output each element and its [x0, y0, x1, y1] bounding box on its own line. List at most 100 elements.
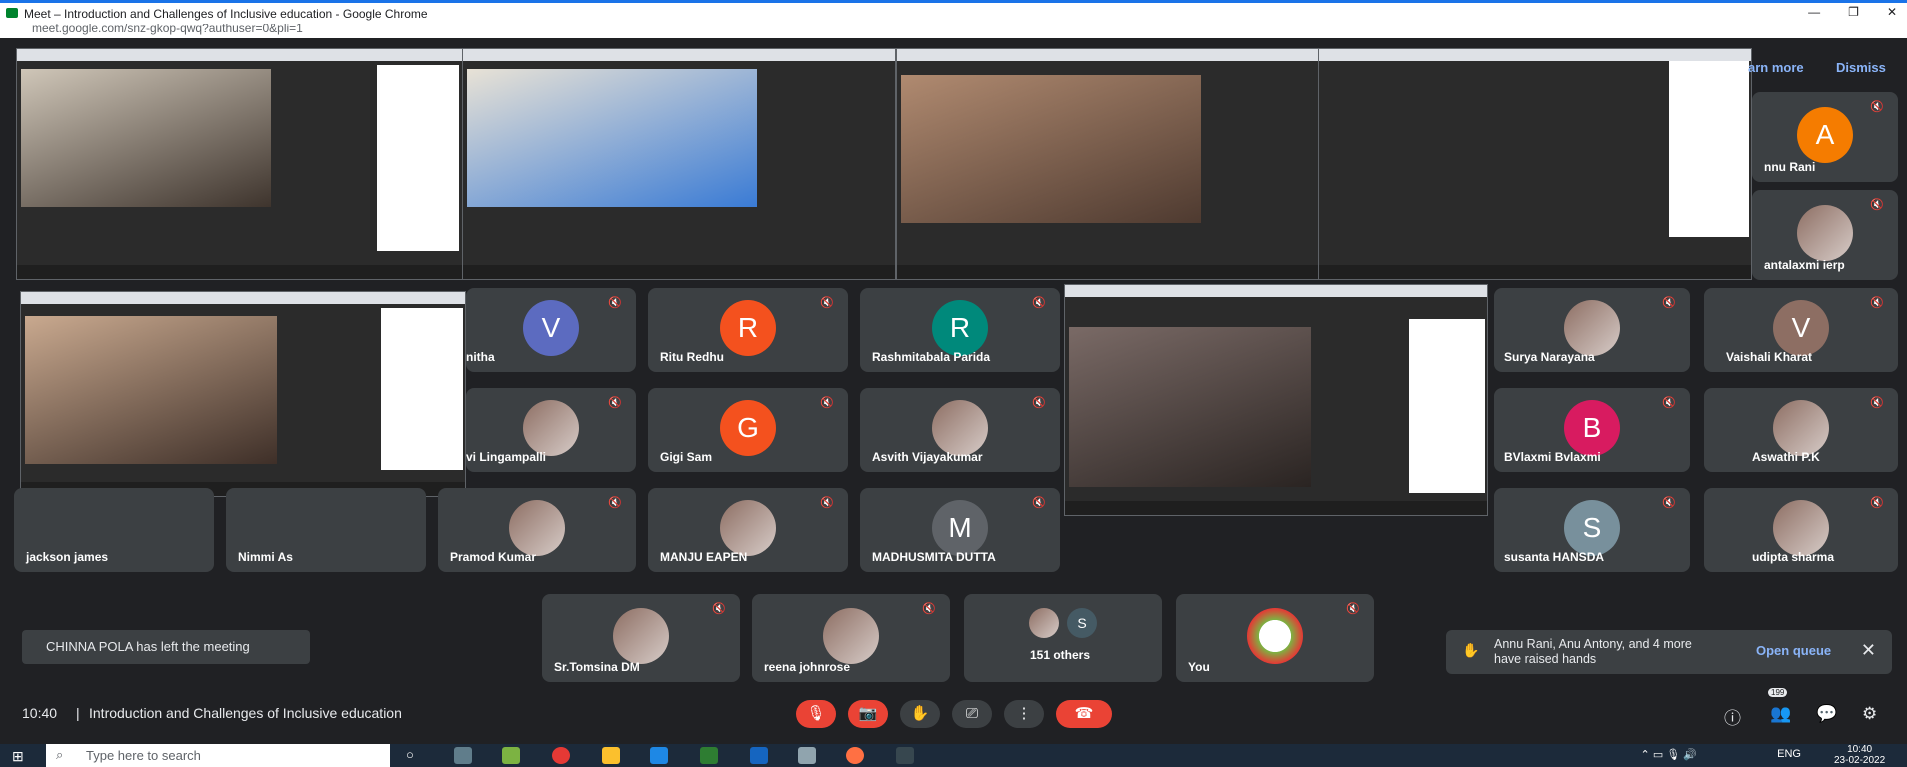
learn-more-link[interactable]: arn more	[1748, 60, 1804, 75]
participant-tile[interactable]: Surya Narayana 🔇	[1494, 288, 1690, 372]
participant-name: Rashmitabala Parida	[872, 350, 991, 364]
people-icon[interactable]: 👥	[1770, 704, 1791, 724]
clock-date: 23-02-2022	[1834, 755, 1886, 766]
app-icon[interactable]	[650, 747, 668, 764]
participant-tile[interactable]: Asvith Vijayakumar 🔇	[860, 388, 1060, 472]
participant-name: MADHUSMITA DUTTA	[872, 550, 996, 564]
info-icon[interactable]: ⓘ	[1724, 704, 1741, 729]
mic-off-icon: 🔇	[1870, 101, 1884, 113]
share-taskbar	[17, 265, 463, 279]
participant-tile[interactable]: G Gigi Sam 🔇	[648, 388, 848, 472]
file-explorer-icon[interactable]	[602, 747, 620, 764]
left-meeting-toast: CHINNA POLA has left the meeting	[22, 630, 310, 664]
raised-hands-notification: ✋ Annu Rani, Anu Antony, and 4 more have…	[1446, 630, 1892, 674]
avatar	[613, 608, 669, 664]
avatar	[932, 400, 988, 456]
participant-tile[interactable]: Aswathi P.K 🔇	[1704, 388, 1898, 472]
close-icon[interactable]: ✕	[1861, 640, 1876, 661]
participant-name: Vaishali Kharat	[1726, 350, 1813, 364]
word-icon[interactable]	[750, 747, 768, 764]
windows-start-icon[interactable]: ⊞	[12, 748, 24, 765]
address-bar[interactable]: meet.google.com/snz-gkop-qwq?authuser=0&…	[0, 24, 1907, 38]
present-button[interactable]: ⎚	[952, 700, 992, 728]
avatar	[509, 500, 565, 556]
participant-tile[interactable]: R Rashmitabala Parida 🔇	[860, 288, 1060, 372]
participant-tile[interactable]: udipta sharma 🔇	[1704, 488, 1898, 572]
hand-icon: ✋	[910, 705, 930, 722]
app-icon[interactable]	[896, 747, 914, 764]
participant-name: jackson james	[26, 550, 109, 564]
participant-tile[interactable]: Nimmi As	[226, 488, 426, 572]
participant-tile[interactable]: antalaxmi ierp 🔇	[1752, 190, 1898, 280]
chrome-icon[interactable]	[552, 747, 570, 764]
avatar	[1564, 300, 1620, 356]
task-view-icon[interactable]	[454, 747, 472, 764]
raise-hand-button[interactable]: ✋	[900, 700, 940, 728]
participant-tile[interactable]: jackson james	[14, 488, 214, 572]
participant-tile[interactable]: Sr.Tomsina DM 🔇	[542, 594, 740, 682]
restore-button[interactable]: ❐	[1848, 5, 1859, 19]
raised-hands-text: Annu Rani, Anu Antony, and 4 more have r…	[1494, 637, 1692, 666]
participant-name: susanta HANSDA	[1504, 550, 1605, 564]
language-indicator[interactable]: ENG	[1777, 748, 1801, 760]
url-text: meet.google.com/snz-gkop-qwq?authuser=0&…	[32, 24, 303, 35]
participant-tile[interactable]: Pramod Kumar 🔇	[438, 488, 636, 572]
cortana-icon[interactable]: ○	[406, 747, 424, 764]
leave-call-button[interactable]: ☎	[1056, 700, 1112, 728]
minimize-button[interactable]: —	[1808, 5, 1820, 19]
speaker-video	[467, 69, 757, 207]
participant-name: nnu Rani	[1764, 160, 1816, 174]
taskbar-search-box[interactable]: ⌕ Type here to search	[46, 744, 390, 767]
participant-tile[interactable]: B BVlaxmi Bvlaxmi 🔇	[1494, 388, 1690, 472]
participant-tile[interactable]: V Vaishali Kharat 🔇	[1704, 288, 1898, 372]
excel-icon[interactable]	[700, 747, 718, 764]
mic-off-icon: 🔇	[1870, 397, 1884, 409]
chat-icon[interactable]: 💬	[1816, 704, 1837, 724]
participant-tile[interactable]: M MADHUSMITA DUTTA 🔇	[860, 488, 1060, 572]
share-tab-strip	[897, 49, 1321, 61]
avatar: M	[932, 500, 988, 556]
shared-screen-4[interactable]	[1318, 48, 1752, 280]
share-taskbar	[897, 265, 1321, 279]
app-icon[interactable]	[798, 747, 816, 764]
share-tab-strip	[1065, 285, 1487, 297]
shared-screen-2[interactable]	[462, 48, 896, 280]
shared-screen-6[interactable]	[1064, 284, 1488, 516]
avatar: R	[720, 300, 776, 356]
shared-screen-3[interactable]	[896, 48, 1322, 280]
participant-name: udipta sharma	[1752, 550, 1835, 564]
mic-off-icon: 🔇	[1870, 199, 1884, 211]
mic-toggle-button[interactable]: 🎙	[796, 700, 836, 728]
mic-off-icon: 🔇	[820, 497, 834, 509]
app-icon[interactable]	[502, 747, 520, 764]
close-button[interactable]: ✕	[1887, 5, 1897, 19]
participant-tile[interactable]: V nitha 🔇	[466, 288, 636, 372]
participant-tile[interactable]: reena johnrose 🔇	[752, 594, 950, 682]
taskbar-clock[interactable]: 10:40 23-02-2022	[1834, 744, 1885, 766]
activities-icon[interactable]: ⚙	[1862, 704, 1877, 724]
mic-off-icon: 🔇	[608, 497, 622, 509]
share-content	[17, 61, 463, 265]
share-taskbar	[1319, 265, 1751, 279]
people-panel	[1409, 319, 1485, 493]
mic-off-icon: 🔇	[1032, 497, 1046, 509]
participant-tile[interactable]: A nnu Rani 🔇	[1752, 92, 1898, 182]
camera-toggle-button[interactable]: 📷	[848, 700, 888, 728]
mic-off-icon: 🔇	[608, 297, 622, 309]
dismiss-button[interactable]: Dismiss	[1836, 60, 1886, 75]
avatar: S	[1564, 500, 1620, 556]
participant-tile[interactable]: vi Lingampalli 🔇	[466, 388, 636, 472]
avatar	[523, 400, 579, 456]
avatar: A	[1797, 107, 1853, 163]
shared-screen-1[interactable]	[16, 48, 464, 280]
shared-screen-5[interactable]	[20, 291, 466, 497]
participant-tile[interactable]: MANJU EAPEN 🔇	[648, 488, 848, 572]
participant-tile[interactable]: S susanta HANSDA 🔇	[1494, 488, 1690, 572]
open-queue-button[interactable]: Open queue	[1756, 643, 1831, 658]
self-tile[interactable]: You 🔇	[1176, 594, 1374, 682]
tray-icons[interactable]: ⌃ ▭ 🎙 🔊	[1641, 748, 1697, 761]
more-options-button[interactable]: ⋮	[1004, 700, 1044, 728]
participant-tile[interactable]: R Ritu Redhu 🔇	[648, 288, 848, 372]
others-tile[interactable]: S 151 others	[964, 594, 1162, 682]
app-icon[interactable]	[846, 747, 864, 764]
